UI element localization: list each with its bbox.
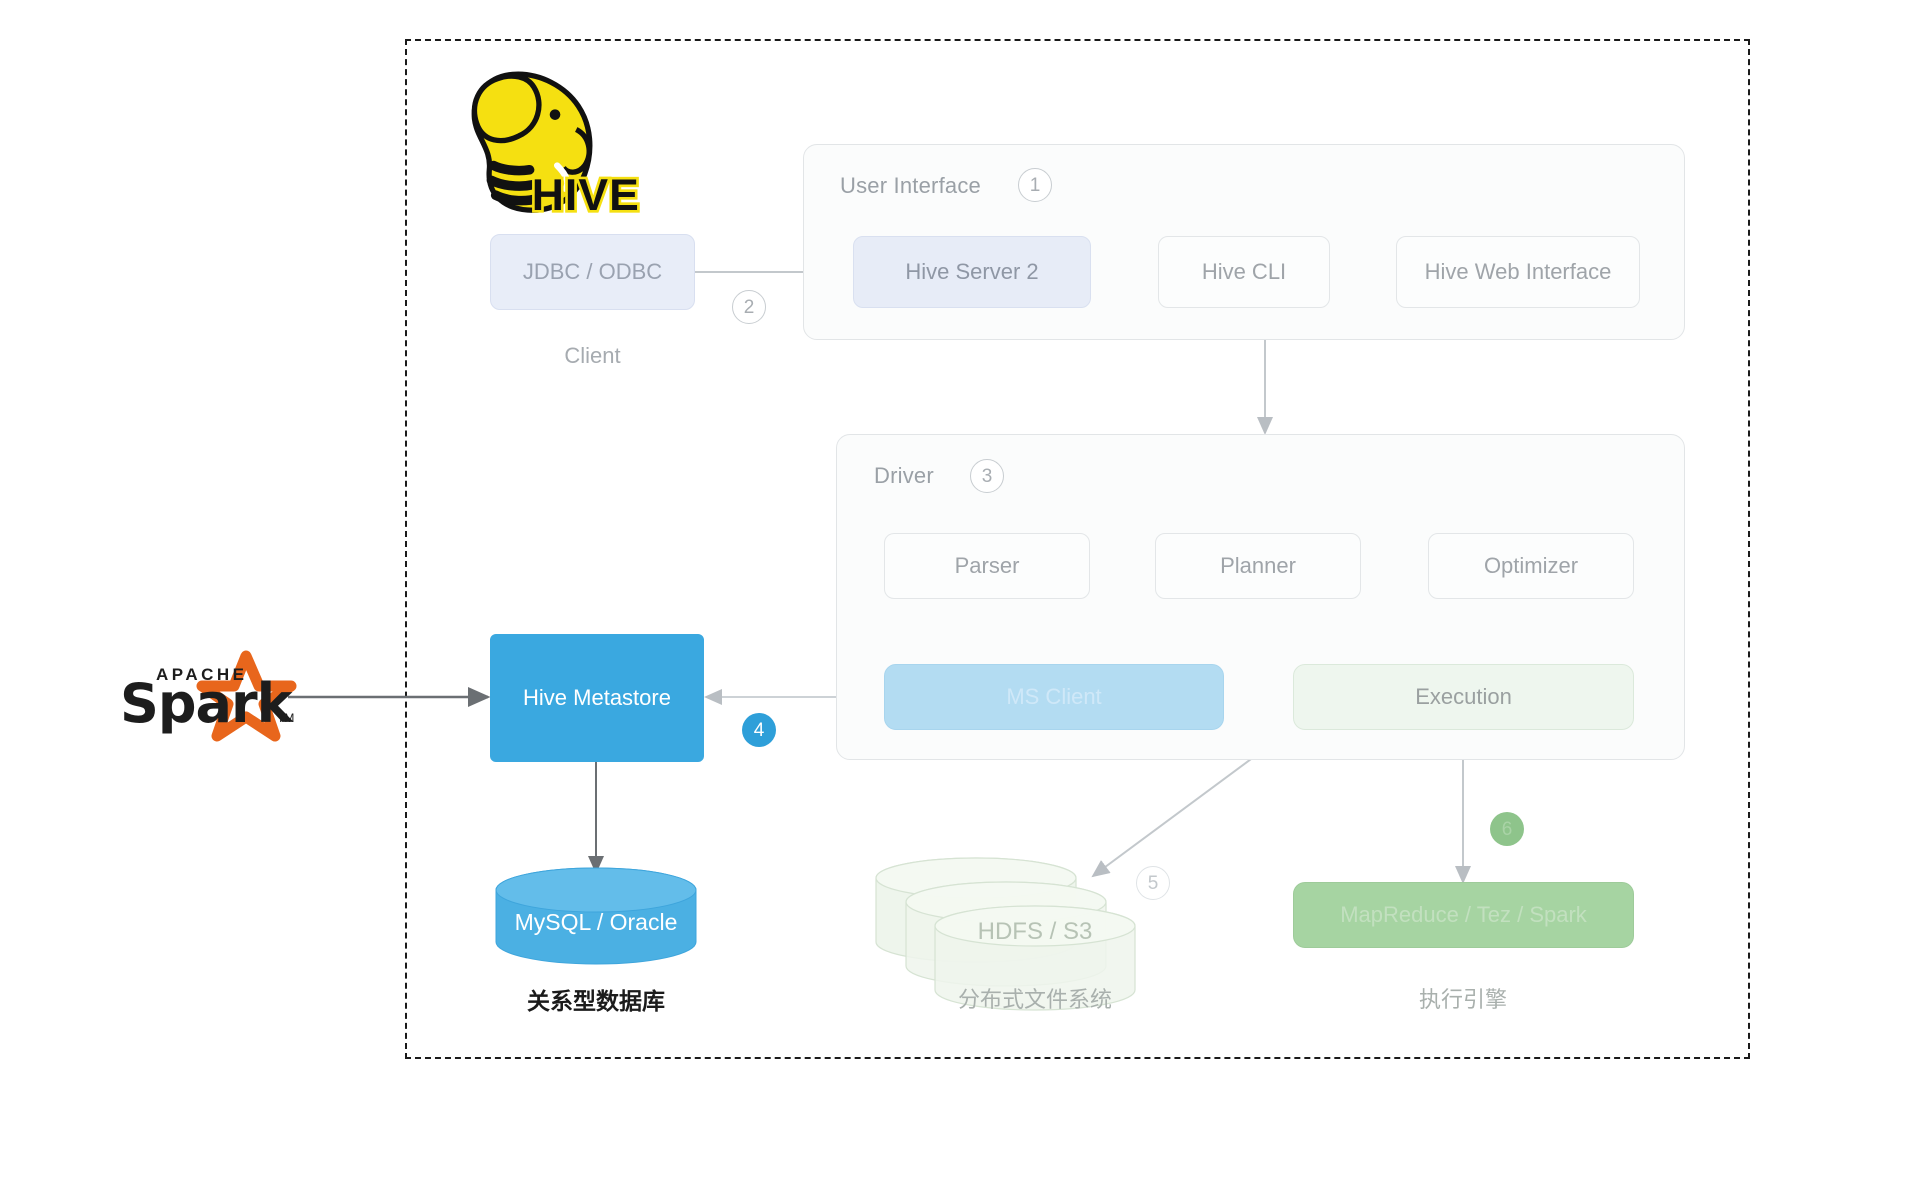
jdbc-odbc-box[interactable]: JDBC / ODBC: [490, 234, 695, 310]
hdfs-s3-label-wrap[interactable]: HDFS / S3: [935, 910, 1135, 954]
hive-server-2-label: Hive Server 2: [905, 259, 1039, 284]
file-system-caption: 分布式文件系统: [957, 987, 1112, 1012]
optimizer-box[interactable]: Optimizer: [1428, 533, 1634, 599]
hive-cli-label: Hive CLI: [1201, 259, 1287, 284]
hive-server-2-box[interactable]: Hive Server 2: [853, 236, 1091, 308]
step-badge-4: 4: [742, 713, 776, 747]
hive-web-interface-label: Hive Web Interface: [1424, 259, 1612, 284]
hive-metastore-label: Hive Metastore: [523, 685, 671, 710]
ms-client-label: MS Client: [1006, 684, 1102, 709]
execution-engine-label: MapReduce / Tez / Spark: [1340, 902, 1587, 927]
execution-engine-caption: 执行引擎: [1418, 987, 1507, 1012]
parser-label: Parser: [954, 553, 1020, 578]
step-badge-2: 2: [732, 290, 766, 324]
hive-metastore-box[interactable]: Hive Metastore: [490, 634, 704, 762]
hive-web-interface-box[interactable]: Hive Web Interface: [1396, 236, 1640, 308]
execution-engine-box[interactable]: MapReduce / Tez / Spark: [1293, 882, 1634, 948]
hdfs-s3-label: HDFS / S3: [977, 918, 1093, 945]
execution-box[interactable]: Execution: [1293, 664, 1634, 730]
hive-cli-box[interactable]: Hive CLI: [1158, 236, 1330, 308]
planner-box[interactable]: Planner: [1155, 533, 1361, 599]
mysql-oracle-label: MySQL / Oracle: [514, 908, 678, 935]
hive-logo: [462, 64, 622, 214]
client-caption: Client: [564, 343, 621, 368]
mysql-oracle-label-wrap[interactable]: MySQL / Oracle: [496, 900, 696, 944]
step-badge-6: 6: [1490, 812, 1524, 846]
step-badge-3: 3: [970, 459, 1004, 493]
step-badge-1: 1: [1018, 168, 1052, 202]
ms-client-box[interactable]: MS Client: [884, 664, 1224, 730]
optimizer-label: Optimizer: [1483, 553, 1579, 578]
driver-title: Driver: [874, 463, 934, 488]
relational-db-caption: 关系型数据库: [527, 988, 665, 1014]
parser-box[interactable]: Parser: [884, 533, 1090, 599]
planner-label: Planner: [1220, 553, 1296, 578]
step-badge-5: 5: [1136, 866, 1170, 900]
jdbc-odbc-label: JDBC / ODBC: [522, 259, 663, 284]
execution-label: Execution: [1415, 684, 1512, 709]
user-interface-title: User Interface: [840, 173, 981, 198]
spark-logo: [118, 648, 298, 744]
diagram-canvas: HIVE APACHE Spark TM JDBC / ODBC 2 Clien…: [0, 0, 1920, 1192]
